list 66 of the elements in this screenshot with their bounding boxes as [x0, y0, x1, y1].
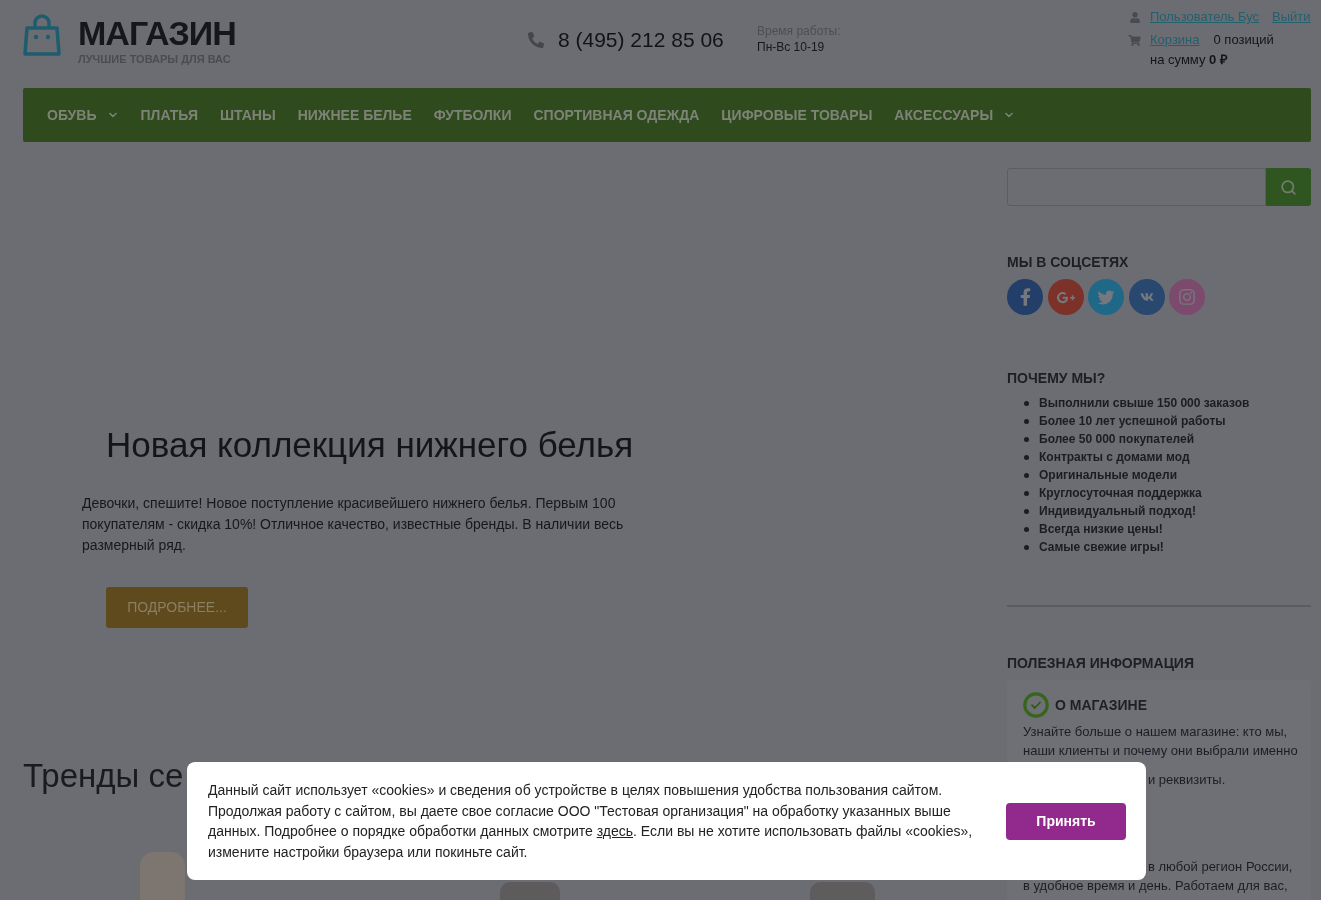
menu-item[interactable]: ШТАНЫ: [219, 104, 276, 126]
cart-item-count: 0 позиций: [1213, 31, 1274, 49]
bullet-icon: [1024, 490, 1029, 496]
advantage-text: Более 10 лет успешной работы: [1039, 413, 1226, 430]
search-icon: [1280, 178, 1297, 196]
advantage-text: Круглосуточная поддержка: [1039, 485, 1202, 502]
advantage-text: Оригинальные модели: [1039, 467, 1178, 484]
menu-item[interactable]: ОБУВЬ: [47, 104, 119, 126]
bullet-icon: [1024, 418, 1029, 424]
google-plus-link[interactable]: [1047, 279, 1084, 315]
menu-item[interactable]: ЦИФРОВЫЕ ТОВАРЫ: [721, 104, 873, 126]
useful-info-heading: ПОЛЕЗНАЯ ИНФОРМАЦИЯ: [1007, 654, 1195, 672]
instagram-logo-icon: [1178, 288, 1196, 306]
facebook-link[interactable]: [1007, 279, 1043, 315]
bullet-icon: [1024, 508, 1029, 514]
search-field[interactable]: [1007, 168, 1266, 206]
bullet-icon: [1024, 472, 1029, 478]
info-text-line: в удобное время и день. Работаем для вас,: [1023, 877, 1288, 895]
google-plus-logo-icon: [1054, 289, 1077, 305]
search-button[interactable]: [1266, 168, 1311, 206]
info-block-heading: О МАГАЗИНЕ: [1055, 695, 1147, 715]
info-text-line: в любой регион России,: [1148, 858, 1293, 876]
menu-item[interactable]: АКСЕССУАРЫ: [894, 104, 1016, 126]
info-text-line: Узнайте больше о нашем магазине: кто мы,: [1023, 723, 1288, 741]
facebook-logo-icon: [1019, 287, 1031, 307]
check-circle-icon: [1023, 692, 1049, 718]
section-heading: Тренды се: [23, 756, 184, 796]
advantage-text: Самые свежие игры!: [1039, 539, 1164, 556]
bullet-icon: [1024, 544, 1029, 550]
accept-button[interactable]: Принять: [1006, 802, 1126, 840]
twitter-link[interactable]: [1088, 279, 1124, 315]
more-button[interactable]: ПОДРОБНЕЕ...: [106, 587, 248, 628]
social-heading: МЫ В СОЦСЕТЯХ: [1007, 253, 1130, 271]
vk-link[interactable]: [1128, 279, 1165, 315]
menu-item[interactable]: СПОРТИВНАЯ ОДЕЖДА: [533, 104, 700, 126]
menu-item[interactable]: ПЛАТЬЯ: [140, 104, 198, 126]
user-profile-link[interactable]: Пользователь Бус: [1150, 7, 1260, 27]
bullet-icon: [1024, 454, 1029, 460]
advantage-text: Выполнили свыше 150 000 заказов: [1039, 395, 1250, 412]
bullet-icon: [1024, 400, 1029, 406]
logout-link[interactable]: Выйти: [1272, 7, 1311, 27]
hero-description: Девочки, спешите! Новое поступление красивейшего нижнего белья. Первым 100 покупателям - скидка 10%! Отличное качество, известные бренды. В наличии весь размерный ряд.: [82, 494, 625, 555]
advantage-text: Более 50 000 покупателей: [1039, 431, 1195, 448]
twitter-logo-icon: [1096, 288, 1116, 306]
cookie-notice-text: Данный сайт использует «cookies» и сведения об устройстве в целях повышения удобства пользования сайтом. Продолжая работу с сайтом, вы даете свое согласие ООО "Тестовая организация" на обработку указанных выше данных. Подробнее о порядке обработки данных смотрите здесь. Если вы не хотите использовать файлы «cookies», измените настройки браузера или покиньте сайт.: [208, 781, 974, 862]
logo-title: МАГАЗИН: [78, 16, 236, 50]
instagram-link[interactable]: [1169, 279, 1205, 315]
info-text-line: наши клиенты и почему они выбрали именно: [1023, 742, 1298, 760]
why-us-heading: ПОЧЕМУ МЫ?: [1007, 369, 1107, 387]
menu-item[interactable]: ФУТБОЛКИ: [433, 104, 512, 126]
info-text-line: и реквизиты.: [1148, 771, 1226, 789]
cart-icon: [1128, 34, 1141, 46]
bullet-icon: [1024, 526, 1029, 532]
advantage-text: Всегда низкие цены!: [1039, 521, 1163, 538]
shopping-bag-icon: [23, 14, 61, 56]
working-hours-value: Пн-Вс 10-19: [757, 39, 826, 55]
cart-total: на сумму 0 ₽: [1150, 51, 1229, 69]
phone-number: 8 (495) 212 85 06: [558, 28, 724, 52]
hero-title: Новая коллекция нижнего белья: [106, 425, 634, 465]
advantage-text: Индивидуальный подход!: [1039, 503, 1196, 520]
menu-item[interactable]: НИЖНЕЕ БЕЛЬЕ: [297, 104, 412, 126]
bullet-icon: [1024, 436, 1029, 442]
advantage-text: Контракты с домами мод: [1039, 449, 1190, 466]
phone-icon: [528, 32, 544, 48]
user-icon: [1130, 11, 1140, 23]
cart-link[interactable]: Корзина: [1150, 30, 1200, 50]
